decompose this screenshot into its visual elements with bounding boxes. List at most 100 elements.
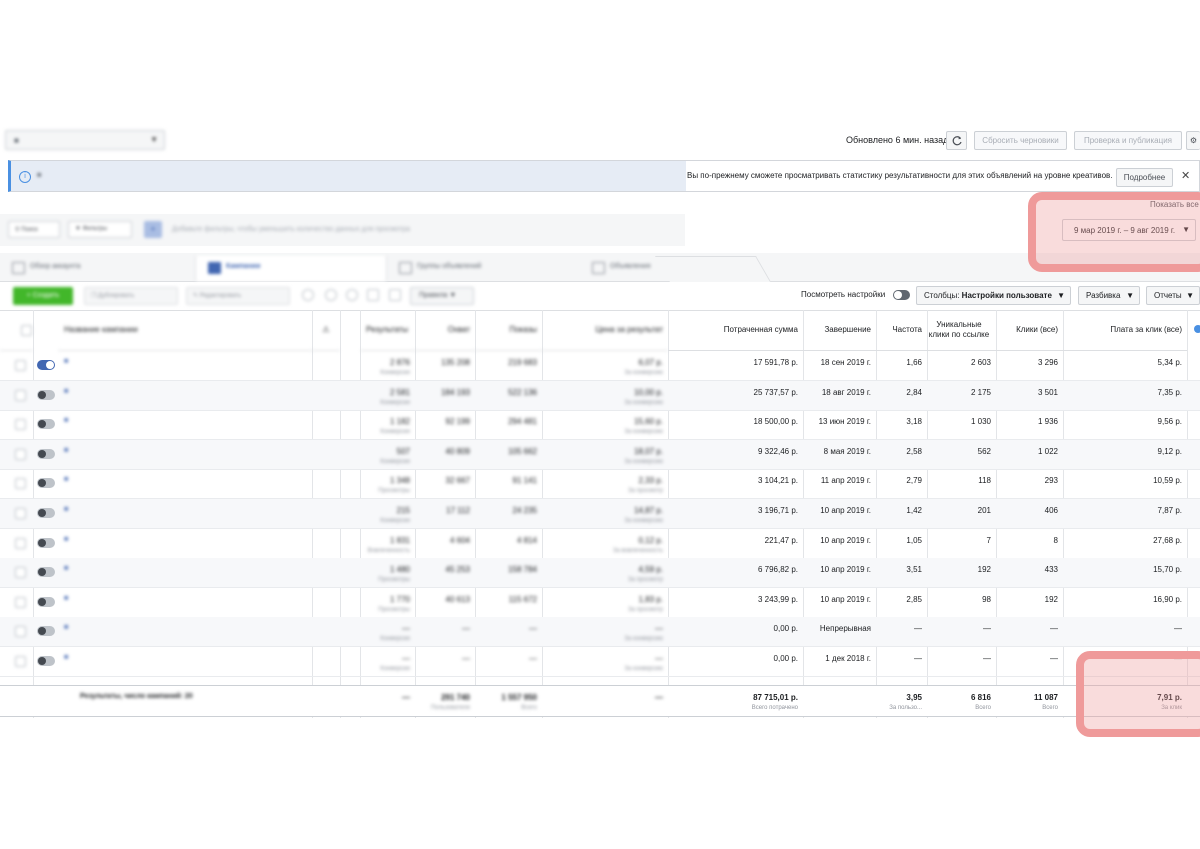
campaign-name-link[interactable]: ■ bbox=[64, 358, 68, 365]
select-all-checkbox[interactable] bbox=[21, 324, 32, 336]
review-publish-button[interactable]: Проверка и публикация bbox=[1074, 131, 1182, 150]
campaign-toggle[interactable] bbox=[37, 508, 55, 518]
tag-icon[interactable] bbox=[389, 289, 401, 301]
table-row[interactable]: ■ — Конверсии — — — За конверсию 0,00 р. Непреры… bbox=[0, 617, 1200, 648]
duplicate-label: Дублировать bbox=[98, 293, 135, 299]
table-row[interactable]: ■ 2 876 Конверсии 135 208 219 683 6,07 р. За к… bbox=[0, 351, 1200, 381]
header-amount-spent[interactable]: Потраченная сумма bbox=[668, 310, 803, 351]
campaign-name-link[interactable]: ■ bbox=[64, 388, 68, 395]
campaign-name-link[interactable]: ■ bbox=[64, 506, 68, 513]
filters-dropdown[interactable]: ▼ Фильтры bbox=[68, 221, 132, 238]
table-row[interactable]: ■ 1 770 Просмотры 40 613 115 672 1,83 р. За пр… bbox=[0, 588, 1200, 618]
info-icon: i bbox=[19, 171, 31, 183]
table-row[interactable]: ■ — Конверсии — — — За конверсию 0,00 р. 1 дек 2… bbox=[0, 647, 1200, 677]
campaign-toggle[interactable] bbox=[37, 537, 55, 548]
tab-campaigns[interactable]: Кампании bbox=[195, 256, 387, 281]
cell-value: 135 208 bbox=[441, 358, 470, 367]
campaign-toggle[interactable] bbox=[37, 567, 55, 578]
table-row[interactable]: ■ 1 831 Вовлеченность 4 604 4 814 0,12 р. За в… bbox=[0, 529, 1200, 559]
tab-label: Кампании bbox=[226, 263, 261, 270]
cell-subtext: Просмотры bbox=[378, 488, 410, 495]
table-row[interactable]: ■ 507 Конверсии 40 809 105 662 18,07 р. За кон… bbox=[0, 439, 1200, 470]
delete-icon[interactable] bbox=[346, 289, 358, 301]
add-filter-button[interactable]: + bbox=[144, 221, 162, 238]
settings-button[interactable]: ⚙ bbox=[1186, 131, 1200, 150]
table-row[interactable]: ■ 215 Конверсии 17 112 24 235 14,87 р. За конв… bbox=[0, 499, 1200, 529]
row-checkbox[interactable] bbox=[15, 360, 26, 371]
row-checkbox[interactable] bbox=[15, 596, 26, 608]
row-checkbox[interactable] bbox=[15, 656, 26, 667]
cell-impr: 219 683 bbox=[475, 351, 542, 380]
campaign-toggle[interactable] bbox=[37, 596, 55, 607]
undo-icon[interactable] bbox=[325, 289, 337, 301]
header-campaign-name[interactable]: Название кампании bbox=[58, 310, 312, 351]
breakdown-dropdown[interactable]: Разбивка ▼ bbox=[1078, 286, 1140, 305]
close-icon[interactable]: ✕ bbox=[1181, 169, 1190, 182]
campaign-toggle[interactable] bbox=[37, 360, 55, 370]
campaign-name-link[interactable]: ■ bbox=[64, 624, 68, 631]
campaign-toggle[interactable] bbox=[37, 448, 55, 459]
campaign-name-link[interactable]: ■ bbox=[64, 536, 68, 543]
duplicate-button[interactable]: ❐ Дублировать bbox=[84, 287, 178, 305]
campaign-name-link[interactable]: ■ bbox=[64, 417, 68, 424]
search-dropdown[interactable]: ⚲ Поиск bbox=[8, 221, 60, 238]
reports-dropdown[interactable]: Отчеты ▼ bbox=[1146, 286, 1200, 305]
discard-drafts-button[interactable]: Сбросить черновики bbox=[974, 131, 1067, 150]
refresh-button[interactable] bbox=[946, 131, 967, 150]
cell-spent: 6 796,82 р. bbox=[757, 565, 798, 575]
row-checkbox[interactable] bbox=[15, 478, 26, 490]
campaign-name-link[interactable]: ■ bbox=[64, 476, 68, 483]
columns-label: Столбцы: bbox=[924, 291, 960, 300]
header-end[interactable]: Завершение bbox=[803, 310, 876, 351]
select-all-header[interactable] bbox=[0, 310, 33, 351]
header-clicks-all[interactable]: Клики (все) bbox=[996, 310, 1063, 351]
campaign-toggle[interactable] bbox=[37, 419, 55, 430]
campaign-toggle[interactable] bbox=[37, 626, 55, 637]
cell-uclicks: 2 175 bbox=[970, 387, 991, 397]
rules-dropdown[interactable]: Правила ▼ bbox=[410, 287, 474, 305]
campaign-toggle[interactable] bbox=[37, 389, 55, 400]
campaign-name-link[interactable]: ■ bbox=[64, 565, 68, 572]
campaign-toggle[interactable] bbox=[37, 656, 55, 666]
cell-subtext: За конверсию bbox=[624, 429, 663, 436]
gear-icon: ⚙ bbox=[1189, 136, 1198, 145]
show-all-link[interactable]: Показать все bbox=[1150, 200, 1199, 209]
cell-cpc: 16,90 р. bbox=[1153, 594, 1182, 604]
add-column-icon[interactable] bbox=[1194, 325, 1200, 333]
ab-test-icon[interactable] bbox=[302, 289, 314, 301]
row-checkbox[interactable] bbox=[15, 389, 26, 401]
row-checkbox[interactable] bbox=[15, 448, 26, 460]
tab-account-overview[interactable]: Обзор аккаунта bbox=[0, 256, 195, 281]
columns-dropdown[interactable]: Столбцы: Настройки пользовате ▼ bbox=[916, 286, 1071, 305]
table-row[interactable]: ■ 1 182 Конверсии 92 199 294 481 15,60 р. За к… bbox=[0, 410, 1200, 441]
comment-icon[interactable] bbox=[367, 289, 379, 301]
header-status[interactable]: ⚠ bbox=[312, 310, 340, 351]
table-row[interactable]: ■ 2 581 Конверсии 184 193 522 136 10,00 р. За … bbox=[0, 380, 1200, 411]
row-checkbox[interactable] bbox=[15, 537, 26, 549]
header-impressions[interactable]: Показы bbox=[475, 310, 542, 351]
table-row[interactable]: ■ 1 348 Просмотры 32 667 91 141 2,33 р. За про… bbox=[0, 469, 1200, 500]
create-button[interactable]: + Создать bbox=[13, 287, 73, 305]
header-cost-per-result[interactable]: Цена за результат bbox=[542, 310, 668, 351]
row-checkbox[interactable] bbox=[15, 419, 26, 431]
account-selector[interactable]: ■ ▼ bbox=[5, 130, 165, 150]
view-settings-toggle[interactable] bbox=[893, 290, 910, 300]
campaign-name-link[interactable]: ■ bbox=[64, 447, 68, 454]
row-checkbox[interactable] bbox=[15, 508, 26, 519]
header-frequency[interactable]: Частота bbox=[876, 310, 927, 351]
edit-button[interactable]: ✎ Редактировать bbox=[186, 287, 290, 305]
row-checkbox[interactable] bbox=[15, 626, 26, 638]
header-unique-link-clicks[interactable]: Уникальные клики по ссылке bbox=[927, 310, 996, 351]
date-range-picker[interactable]: 9 мар 2019 г. – 9 авг 2019 г. ▼ bbox=[1062, 219, 1196, 241]
campaign-toggle[interactable] bbox=[37, 478, 55, 489]
row-checkbox[interactable] bbox=[15, 567, 26, 579]
header-cpc-all[interactable]: Плата за клик (все) bbox=[1063, 310, 1187, 351]
learn-more-button[interactable]: Подробнее bbox=[1116, 168, 1173, 187]
tab-ad-sets[interactable]: Группы объявлений bbox=[387, 256, 579, 281]
table-row[interactable]: ■ 1 480 Просмотры 45 253 158 784 4,59 р. За пр… bbox=[0, 558, 1200, 589]
header-reach[interactable]: Охват bbox=[415, 310, 475, 351]
campaign-name-link[interactable]: ■ bbox=[64, 654, 68, 661]
campaign-name-link[interactable]: ■ bbox=[64, 595, 68, 602]
cell-value: 2 876 bbox=[389, 358, 410, 367]
header-results[interactable]: Результаты bbox=[360, 310, 415, 351]
